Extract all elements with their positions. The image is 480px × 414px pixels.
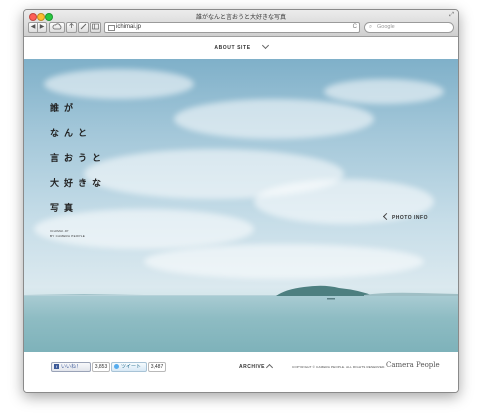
- copyright-text: COPYRIGHT © CAMERA PEOPLE. ALL RIGHTS RE…: [292, 365, 386, 369]
- photo-info-link[interactable]: PHOTO INFO: [382, 212, 428, 221]
- tweet-count: 3,487: [148, 362, 166, 372]
- reading-list-button[interactable]: [90, 22, 101, 33]
- url-text: ichimai.jp: [116, 24, 142, 30]
- like-label: いいね！: [61, 364, 82, 370]
- bookmark-button[interactable]: [78, 22, 89, 33]
- facebook-like-button[interactable]: f いいね！: [51, 362, 91, 372]
- cloud-icon: [52, 23, 62, 30]
- sea: [24, 296, 458, 352]
- pencil-icon: [80, 23, 87, 30]
- chevron-down-icon: [261, 41, 269, 50]
- search-placeholder: Google: [377, 24, 395, 30]
- search-icon: ⌕: [369, 24, 373, 30]
- search-input[interactable]: ⌕ Google: [364, 22, 454, 33]
- share-icon: [69, 22, 74, 28]
- photo-info-label: PHOTO INFO: [391, 215, 428, 221]
- chevron-left-icon: [382, 212, 391, 221]
- cloud: [44, 69, 194, 99]
- title-line: 誰が: [50, 104, 79, 114]
- sidebar-icon: [92, 23, 99, 30]
- footer: f いいね！ 3,853 ツイート 3,487 ARCHIVE COPYRIGHT…: [24, 352, 458, 392]
- island-silhouette: [24, 285, 458, 300]
- cloud: [324, 79, 444, 104]
- forward-button[interactable]: ▶: [37, 22, 47, 33]
- title-line: 写真: [50, 204, 79, 214]
- icloud-tabs-button[interactable]: [49, 22, 65, 33]
- title-line: 言おうと: [50, 154, 107, 164]
- tweet-label: ツイート: [121, 364, 142, 370]
- site-caption: ICHIMAI.JP BY CAMERA PEOPLE: [50, 229, 85, 239]
- tweet-button[interactable]: ツイート: [111, 362, 147, 372]
- page-icon: [108, 25, 115, 31]
- cloud: [174, 99, 374, 139]
- top-navigation: ABOUT SITE: [24, 37, 458, 59]
- title-line: なんと: [50, 129, 93, 139]
- browser-window: 誰がなんと言おうと大好きな写真 ⤢ ◀ ▶ ichimai.jp C ⌕ Goo…: [23, 9, 459, 393]
- title-bar: 誰がなんと言おうと大好きな写真 ⤢ ◀ ▶ ichimai.jp C ⌕ Goo…: [24, 10, 458, 37]
- about-site-label: ABOUT SITE: [214, 45, 251, 51]
- address-bar[interactable]: ichimai.jp C: [104, 22, 360, 33]
- cloud: [144, 244, 424, 279]
- twitter-bird-icon: [114, 364, 119, 369]
- hero-photo: 誰が なんと 言おうと 大好きな 写真 ICHIMAI.JP BY CAMERA…: [24, 59, 458, 352]
- site-title: 誰が なんと 言おうと 大好きな 写真: [50, 103, 106, 228]
- fullscreen-icon[interactable]: ⤢: [449, 12, 454, 19]
- camera-people-logo[interactable]: Camera People: [386, 361, 440, 369]
- about-site-link[interactable]: ABOUT SITE: [24, 41, 458, 51]
- like-count: 3,853: [92, 362, 110, 372]
- archive-link[interactable]: ARCHIVE: [239, 364, 265, 370]
- reload-icon[interactable]: C: [353, 23, 357, 32]
- facebook-icon: f: [54, 364, 59, 369]
- title-line: 大好きな: [50, 179, 107, 189]
- share-button[interactable]: [66, 22, 77, 33]
- window-title: 誰がなんと言おうと大好きな写真: [195, 15, 286, 21]
- chevron-up-icon[interactable]: [265, 363, 274, 372]
- caption-line: BY CAMERA PEOPLE: [50, 234, 86, 238]
